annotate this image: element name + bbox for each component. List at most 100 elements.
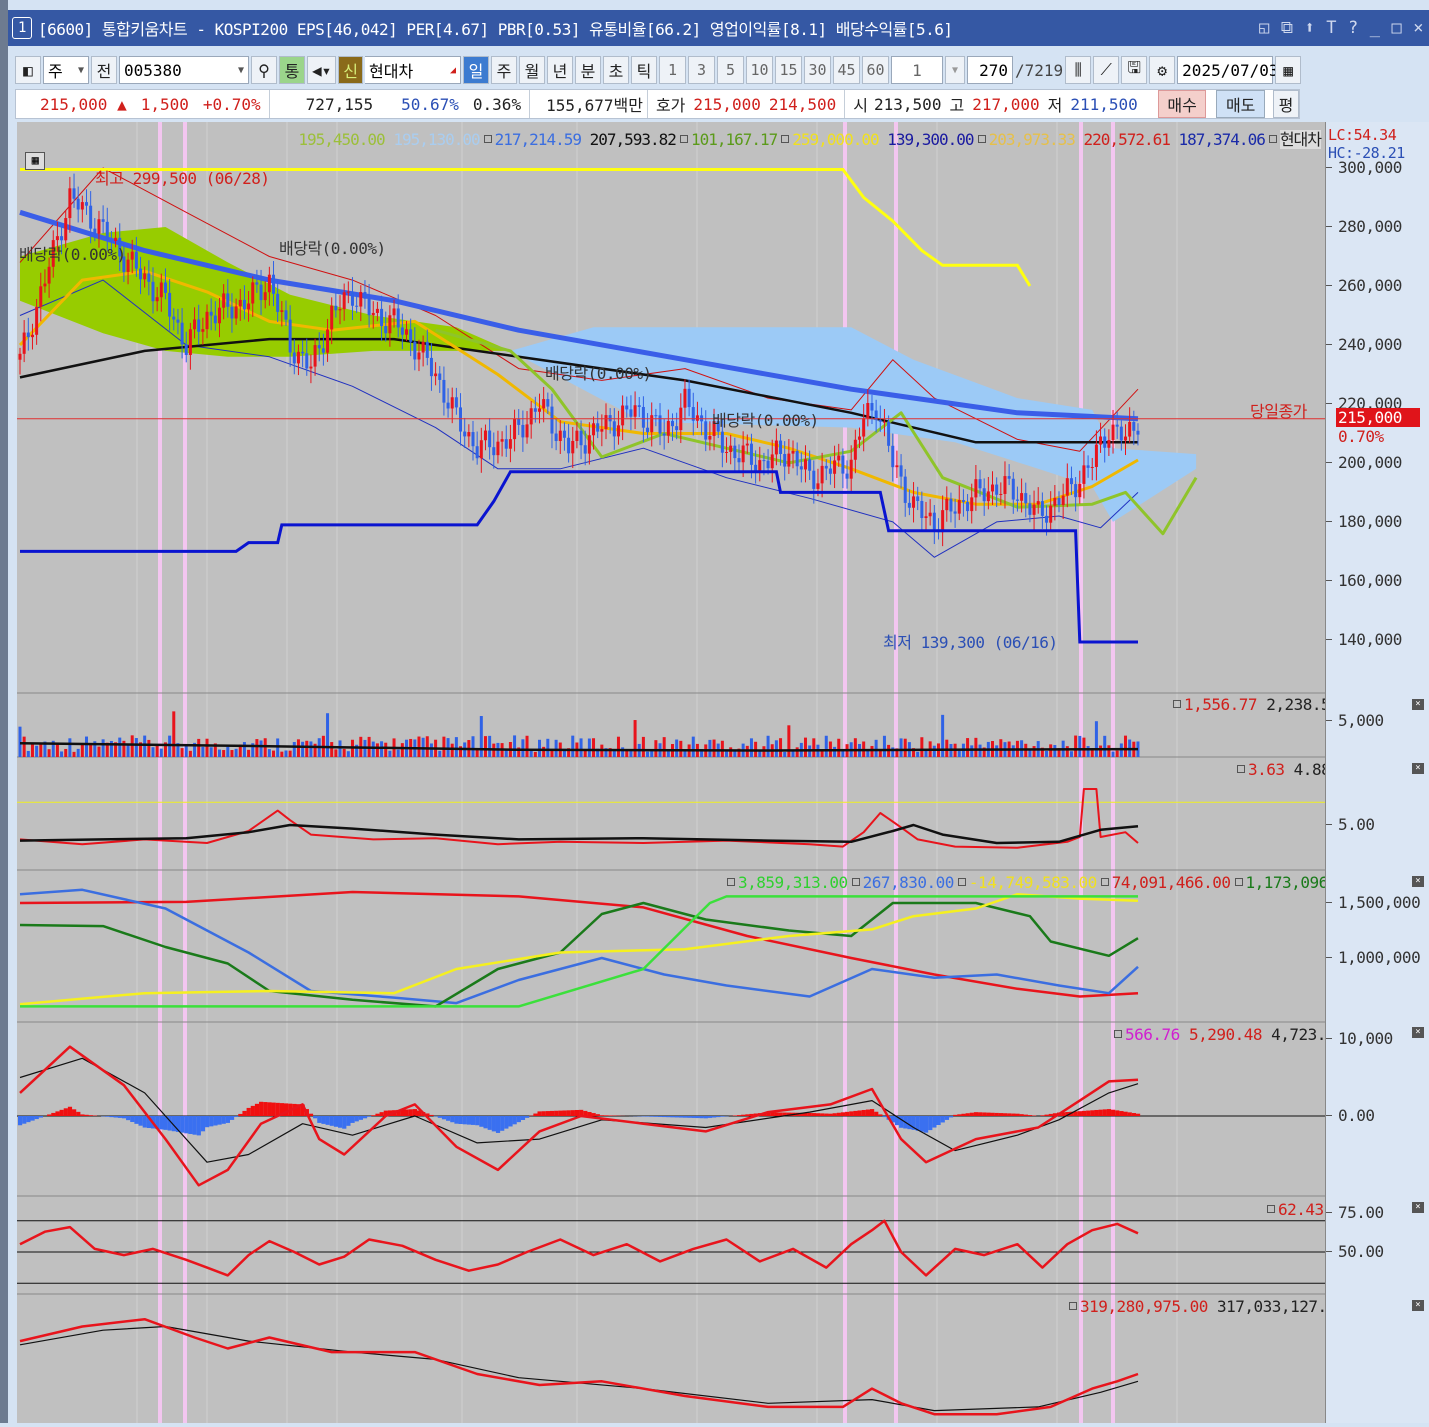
candle-body — [613, 421, 616, 436]
panel-close-icon[interactable]: × — [1412, 763, 1424, 774]
volume-bar — [135, 738, 138, 757]
volume-bar — [235, 749, 238, 757]
macd-histogram-bar — [230, 1116, 234, 1120]
price-axis[interactable]: LC:54.34 HC:-28.21 300,000280,000260,000… — [1325, 122, 1429, 1423]
candle-body — [226, 293, 229, 306]
minute-30[interactable]: 30 — [804, 56, 831, 84]
candle-add-icon[interactable]: ⫼ — [1065, 56, 1091, 84]
chart-area[interactable]: 195,450.00 195,130.00217,214.59 207,593.… — [17, 122, 1325, 1423]
minute-15[interactable]: 15 — [775, 56, 802, 84]
period-month[interactable]: 월 — [519, 56, 545, 84]
line-add-icon[interactable]: ⟋ — [1093, 56, 1119, 84]
period-year[interactable]: 년 — [547, 56, 573, 84]
macd-histogram-bar — [691, 1116, 695, 1118]
candle-body — [891, 446, 894, 467]
date-input[interactable]: 2025/07/03 — [1177, 56, 1273, 84]
avg-button[interactable]: 평 — [1273, 90, 1299, 118]
high-label: 고 — [947, 92, 966, 116]
panel-close-icon[interactable]: × — [1412, 876, 1424, 887]
stock-name-field[interactable]: 현대차◢ — [365, 56, 461, 84]
pin-icon[interactable]: ⬆ — [1305, 18, 1315, 38]
maximize-icon[interactable]: □ — [1392, 18, 1402, 38]
legend-value: 3,859,313.00 — [738, 873, 848, 892]
volume-bar — [629, 751, 632, 757]
macd-histogram-bar — [496, 1116, 500, 1133]
minute-3[interactable]: 3 — [688, 56, 715, 84]
candle-body — [147, 273, 150, 281]
candle-body — [272, 275, 275, 294]
tong-button[interactable]: 통 — [279, 56, 305, 84]
candle-body — [1082, 465, 1085, 484]
search-icon[interactable]: ⚲ — [251, 56, 277, 84]
period-day[interactable]: 일 — [463, 56, 489, 84]
credit-badge[interactable]: 신 — [338, 56, 363, 84]
volume-bar — [64, 749, 67, 757]
panel-close-icon[interactable]: × — [1412, 1300, 1424, 1311]
ask-price: 215,000 — [687, 95, 760, 114]
macd-histogram-bar — [538, 1111, 542, 1116]
candle-body — [1078, 484, 1081, 497]
candle-body — [646, 428, 649, 432]
candle-body — [89, 206, 92, 229]
macd-histogram-bar — [159, 1116, 163, 1129]
minute-60[interactable]: 60 — [862, 56, 889, 84]
candle-body — [251, 282, 254, 303]
duplicate-window-icon[interactable]: ⧉ — [1281, 18, 1293, 38]
speaker-icon[interactable]: ◀▾ — [307, 56, 336, 84]
settings-gear-icon[interactable]: ⚙ — [1149, 56, 1175, 84]
minute-45[interactable]: 45 — [833, 56, 860, 84]
grid-table-icon[interactable]: ▦ — [25, 152, 45, 170]
volume-bar — [505, 751, 508, 757]
volume-bar — [85, 737, 88, 757]
volume-bar — [430, 743, 433, 757]
volume-bar — [1099, 746, 1102, 757]
period-second[interactable]: 초 — [603, 56, 629, 84]
candle-body — [559, 431, 562, 441]
panel-close-icon[interactable]: × — [1412, 1202, 1424, 1213]
minimize-icon[interactable]: _ — [1370, 18, 1380, 38]
period-week[interactable]: 주 — [491, 56, 517, 84]
chart-canvas[interactable] — [17, 122, 1325, 1423]
restore-layout-icon[interactable]: ◱ — [1259, 18, 1269, 38]
sell-button[interactable]: 매도 — [1216, 90, 1265, 118]
macd-histogram-bar — [126, 1116, 130, 1120]
candle-body — [617, 425, 620, 436]
bar-count-input[interactable]: 270 — [967, 56, 1013, 84]
panel-close-icon[interactable]: × — [1412, 1027, 1424, 1038]
minute-1[interactable]: 1 — [659, 56, 686, 84]
save-icon[interactable]: 🖫 — [1121, 56, 1147, 84]
candle-body — [463, 432, 466, 437]
volume-bar — [804, 738, 807, 757]
panel-close-icon[interactable]: × — [1412, 699, 1424, 710]
macd-histogram-bar — [982, 1112, 986, 1116]
macd-histogram-bar — [1011, 1114, 1015, 1116]
minute-10[interactable]: 10 — [746, 56, 773, 84]
period-minute[interactable]: 분 — [575, 56, 601, 84]
candle-body — [156, 297, 159, 301]
close-icon[interactable]: × — [1413, 18, 1423, 38]
candle-body — [775, 441, 778, 455]
stock-code-input[interactable]: 005380▼ — [119, 56, 249, 84]
unit-select[interactable]: 1 — [891, 56, 943, 84]
last-red-line — [20, 1319, 1138, 1414]
macd-histogram-bar — [39, 1116, 43, 1118]
volume-bar — [1049, 744, 1052, 757]
buy-button[interactable]: 매수 — [1158, 90, 1207, 118]
prev-button[interactable]: 전 — [91, 56, 117, 84]
candle-body — [131, 252, 134, 260]
font-icon[interactable]: T — [1326, 18, 1336, 38]
market-select[interactable]: 주▼ — [43, 56, 89, 84]
macd-histogram-bar — [1082, 1111, 1086, 1116]
panel-toggle-icon[interactable]: ◧ — [15, 56, 41, 84]
macd-histogram-bar — [35, 1116, 39, 1119]
p4-red-line — [20, 892, 1138, 997]
help-icon[interactable]: ? — [1348, 18, 1358, 38]
macd-histogram-bar — [533, 1114, 537, 1116]
macd-histogram-bar — [371, 1115, 375, 1116]
calendar-icon[interactable]: ▦ — [1275, 56, 1301, 84]
minute-5[interactable]: 5 — [717, 56, 744, 84]
macd-histogram-bar — [1132, 1113, 1136, 1116]
volume-bar — [451, 744, 454, 757]
period-tick[interactable]: 틱 — [631, 56, 657, 84]
chevron-down-icon[interactable]: ▼ — [945, 56, 965, 84]
